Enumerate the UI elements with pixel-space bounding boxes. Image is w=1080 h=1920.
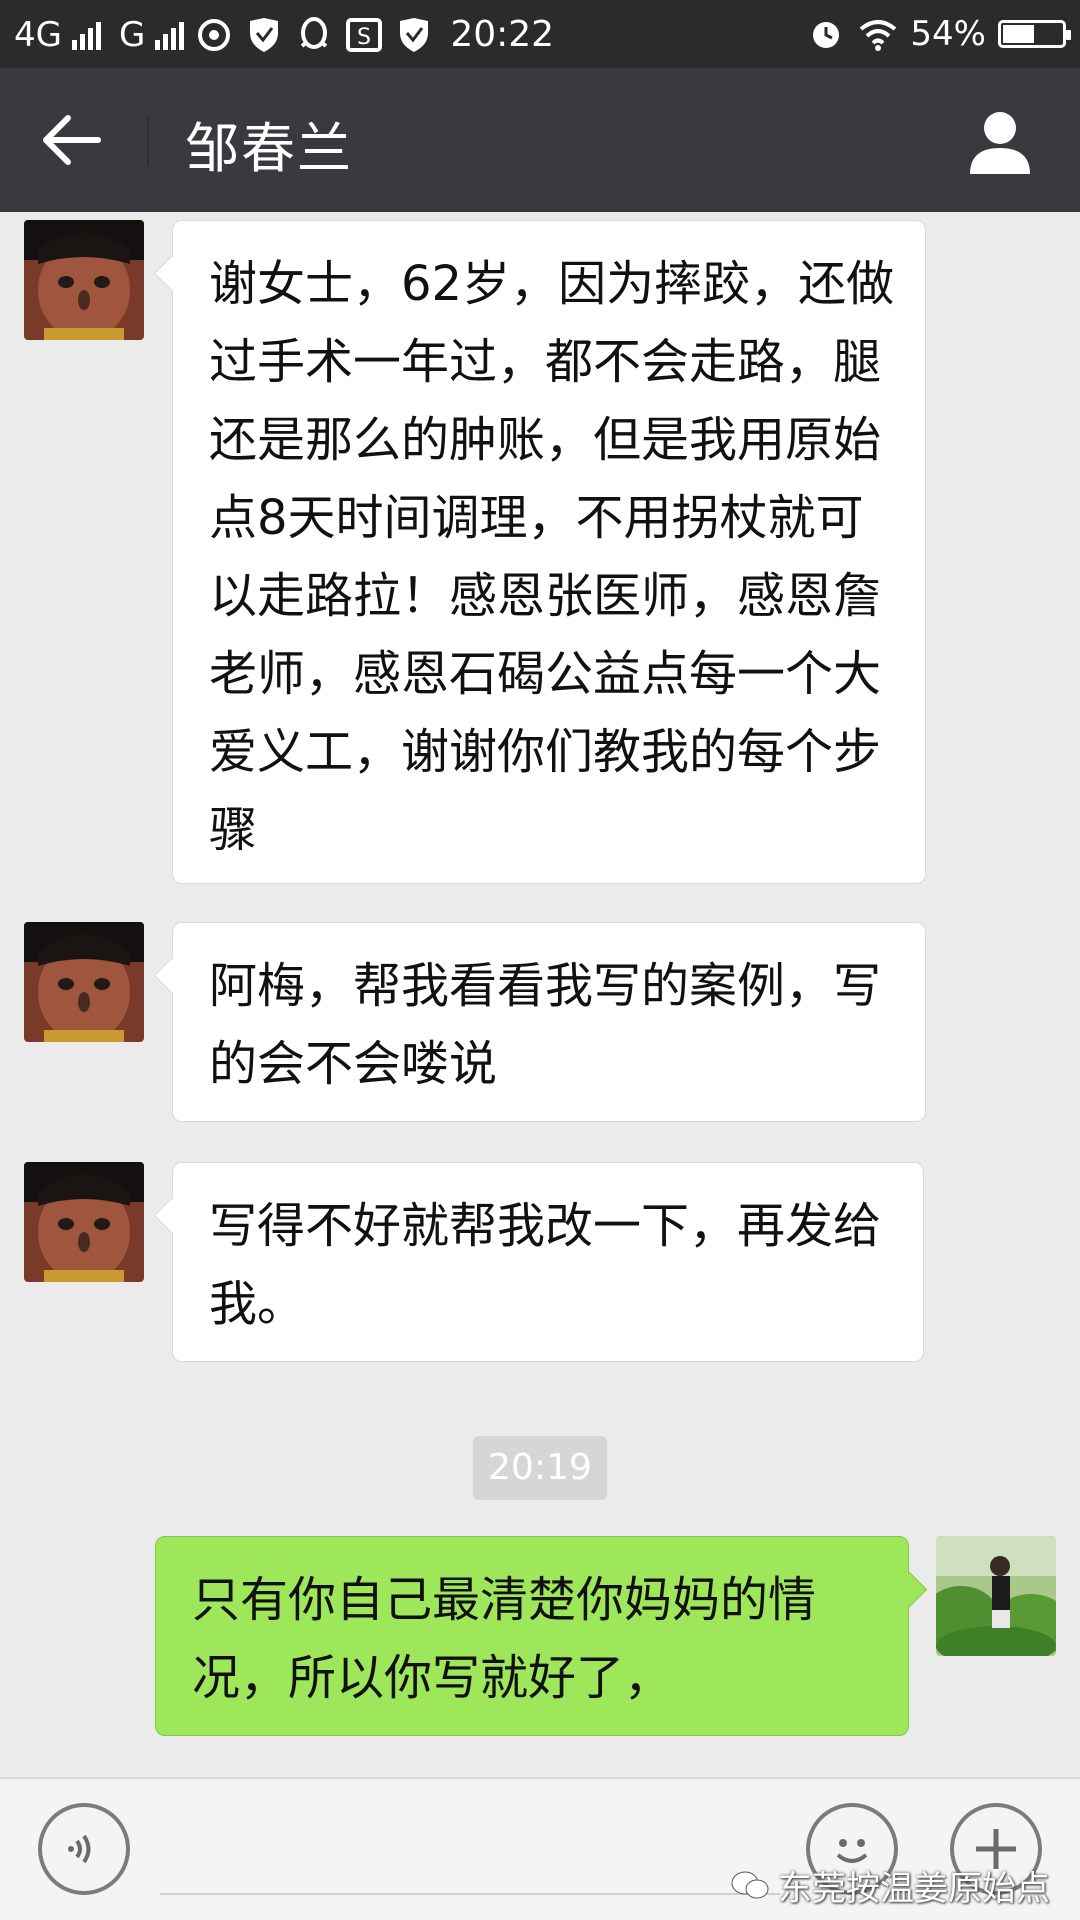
status-time: 20:22: [450, 14, 555, 55]
wifi-icon: [858, 14, 898, 54]
shield-check-icon: [394, 15, 434, 55]
message-bubble-received[interactable]: 阿梅，帮我看看我写的案例，写的会不会喽说: [172, 922, 926, 1122]
chat-title: 邹春兰: [185, 117, 353, 180]
network-type-g: G: [118, 14, 146, 55]
message-list[interactable]: 谢女士，62岁，因为摔跤，还做过手术一年过，都不会走路，腿还是那么的肿账，但是我…: [0, 212, 1080, 1777]
svg-text:S: S: [357, 25, 371, 50]
my-avatar[interactable]: [936, 1536, 1056, 1656]
contact-avatar[interactable]: [24, 220, 144, 340]
chat-header: 邹春兰: [0, 68, 1080, 212]
watermark: 东莞按温姜原始点: [730, 1861, 1050, 1910]
message-timestamp: 20:19: [473, 1436, 607, 1500]
battery-icon: [998, 20, 1071, 48]
contact-profile-button[interactable]: [964, 106, 1036, 178]
status-bar-left: 4G G S 20:22: [14, 14, 554, 55]
battery-fill: [1003, 25, 1034, 43]
battery-percent: 54%: [910, 14, 986, 54]
voice-icon: [68, 1834, 91, 1864]
message-bubble-received[interactable]: 谢女士，62岁，因为摔跤，还做过手术一年过，都不会走路，腿还是那么的肿账，但是我…: [172, 220, 926, 884]
status-bar: 4G G S 20:22 54%: [0, 0, 1080, 68]
qq-icon: [294, 15, 334, 55]
screenshot-icon: S: [344, 15, 384, 55]
alarm-icon: [806, 14, 846, 54]
input-bar: 东莞按温姜原始点: [0, 1777, 1080, 1920]
status-bar-right: 54%: [806, 14, 1071, 54]
network-type-4g: 4G: [14, 14, 62, 55]
watermark-text: 东莞按温姜原始点: [778, 1869, 1050, 1909]
message-bubble-received[interactable]: 写得不好就帮我改一下，再发给我。: [172, 1162, 924, 1362]
contact-avatar[interactable]: [24, 1162, 144, 1282]
voice-toggle-button[interactable]: [38, 1803, 130, 1895]
header-divider: [147, 116, 149, 166]
contact-avatar[interactable]: [24, 922, 144, 1042]
signal-strength-icon: [71, 20, 101, 50]
shield-icon: [244, 15, 284, 55]
app-notification-icon: [194, 15, 234, 55]
message-input[interactable]: [160, 1893, 780, 1895]
back-button[interactable]: [38, 108, 110, 172]
arrow-left-icon: [43, 115, 101, 165]
signal-strength-icon-2: [155, 20, 185, 50]
wechat-logo-icon: [731, 1871, 769, 1898]
person-icon: [970, 112, 1030, 174]
message-bubble-sent[interactable]: 只有你自己最清楚你妈妈的情况，所以你写就好了，: [155, 1536, 909, 1736]
